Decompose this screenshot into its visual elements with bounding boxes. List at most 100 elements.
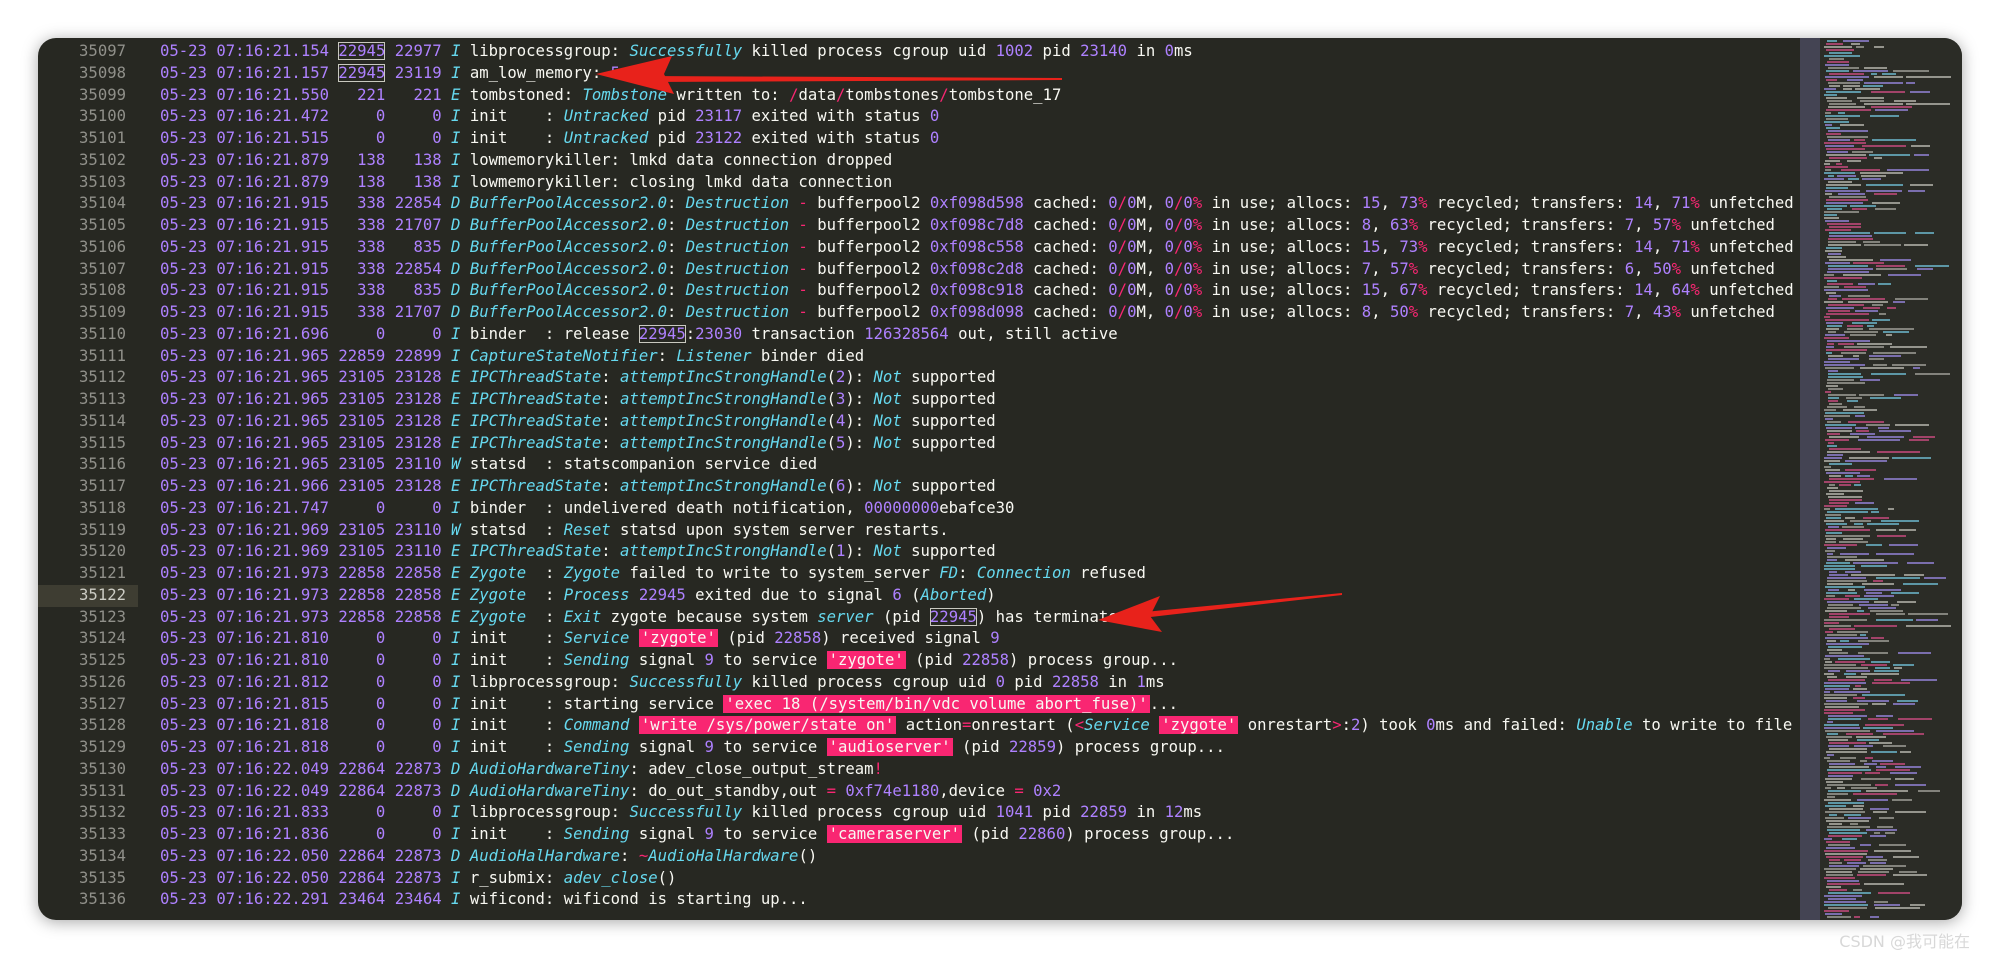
log-line[interactable]: 35129 05-23 07:16:21.818 0 0 I init : Sen… xyxy=(38,737,1798,759)
minimap-line xyxy=(1826,538,1836,540)
log-line[interactable]: 35126 05-23 07:16:21.812 0 0 I libprocess… xyxy=(38,672,1798,694)
log-line[interactable]: 35107 05-23 07:16:21.915 338 22854 D Buff… xyxy=(38,259,1798,281)
log-line[interactable]: 35114 05-23 07:16:21.965 23105 23128 E IP… xyxy=(38,411,1798,433)
minimap-line xyxy=(1827,325,1842,327)
log-line[interactable]: 35123 05-23 07:16:21.973 22858 22858 E Zy… xyxy=(38,607,1798,629)
minimap-line xyxy=(1824,211,1859,213)
log-line[interactable]: 35104 05-23 07:16:21.915 338 22854 D Buff… xyxy=(38,193,1798,215)
log-token: signal xyxy=(629,738,705,756)
log-line[interactable]: 35124 05-23 07:16:21.810 0 0 I init : Ser… xyxy=(38,628,1798,650)
minimap-line xyxy=(1837,175,1856,177)
log-line[interactable]: 35110 05-23 07:16:21.696 0 0 I binder : r… xyxy=(38,324,1798,346)
log-token: 0xf098d098 xyxy=(929,303,1024,321)
log-line[interactable]: 35135 05-23 07:16:22.050 22864 22873 I r_… xyxy=(38,868,1798,890)
log-line[interactable]: 35122 05-23 07:16:21.973 22858 22858 E Zy… xyxy=(38,584,1798,607)
minimap-line xyxy=(1826,856,1863,858)
log-token: - xyxy=(789,259,818,278)
log-line[interactable]: 35134 05-23 07:16:22.050 22864 22873 D Au… xyxy=(38,846,1798,868)
log-token: = xyxy=(1014,781,1024,800)
log-line[interactable]: 35099 05-23 07:16:21.550 221 221 E tombst… xyxy=(38,85,1798,107)
minimap-line xyxy=(1914,154,1929,156)
log-text: 05-23 07:16:21.747 0 0 I binder : undeli… xyxy=(160,498,1014,520)
log-line[interactable]: 35103 05-23 07:16:21.879 138 138 I lowmem… xyxy=(38,172,1798,194)
log-token: attemptIncStrongHandle xyxy=(620,433,827,452)
log-token: 22860 xyxy=(1018,825,1066,843)
log-token: to service xyxy=(713,738,827,756)
log-token: / xyxy=(836,85,846,104)
log-line[interactable]: 35119 05-23 07:16:21.969 23105 23110 W st… xyxy=(38,520,1798,542)
minimap-line xyxy=(1874,670,1899,672)
log-token: D xyxy=(451,259,470,278)
log-line[interactable]: 35117 05-23 07:16:21.966 23105 23128 E IP… xyxy=(38,476,1798,498)
log-token: - xyxy=(789,303,818,321)
log-token: in use; allocs: xyxy=(1202,281,1362,300)
log-line[interactable]: 35109 05-23 07:16:21.915 338 21707 D Buff… xyxy=(38,302,1798,324)
minimap-line xyxy=(1827,61,1849,63)
log-line[interactable]: 35113 05-23 07:16:21.965 23105 23128 E IP… xyxy=(38,389,1798,411)
minimap-line xyxy=(1871,637,1884,639)
log-line[interactable]: 35106 05-23 07:16:21.915 338 835 D Buffer… xyxy=(38,237,1798,259)
minimap-line xyxy=(1824,697,1847,699)
log-token: onrestart ( xyxy=(971,716,1075,735)
log-token: I xyxy=(451,803,470,822)
log-line[interactable]: 35115 05-23 07:16:21.965 23105 23128 E IP… xyxy=(38,433,1798,455)
minimap-line xyxy=(1824,667,1868,669)
log-line[interactable]: 35128 05-23 07:16:21.818 0 0 I init : Com… xyxy=(38,715,1798,737)
log-line[interactable]: 35121 05-23 07:16:21.973 22858 22858 E Zy… xyxy=(38,563,1798,585)
minimap-line xyxy=(1826,184,1861,186)
log-token: unfetched xyxy=(1681,259,1775,278)
minimap-line xyxy=(1827,151,1848,153)
minimap-line xyxy=(1862,145,1906,147)
log-line[interactable]: 35105 05-23 07:16:21.915 338 21707 D Buff… xyxy=(38,215,1798,237)
log-token: 23117 xyxy=(695,107,743,126)
log-line[interactable]: 35098 05-23 07:16:21.157 22945 23119 I am… xyxy=(38,63,1798,85)
log-line[interactable]: 35102 05-23 07:16:21.879 138 138 I lowmem… xyxy=(38,150,1798,172)
log-token: exited with status xyxy=(742,129,930,147)
log-token: 0xf098c7d8 xyxy=(929,216,1024,234)
log-text: 05-23 07:16:21.157 22945 23119 I am_low_… xyxy=(160,63,620,85)
minimap-line xyxy=(1847,328,1863,330)
log-token: recycled; transfers: xyxy=(1427,194,1635,213)
minimap-line xyxy=(1829,766,1869,768)
log-editor[interactable]: 35097 05-23 07:16:21.154 22945 22977 I li… xyxy=(38,38,1798,920)
minimap-line xyxy=(1864,589,1901,591)
log-text: 05-23 07:16:21.472 0 0 I init : Untracke… xyxy=(160,106,939,128)
minimap-line xyxy=(1825,76,1869,78)
minimap-line xyxy=(1824,685,1850,687)
log-line[interactable]: 35118 05-23 07:16:21.747 0 0 I binder : u… xyxy=(38,498,1798,520)
minimap-line xyxy=(1891,592,1919,594)
minimap-line xyxy=(1857,475,1870,477)
minimap-line xyxy=(1908,613,1948,615)
log-line[interactable]: 35133 05-23 07:16:21.836 0 0 I init : Sen… xyxy=(38,824,1798,846)
log-token: Service xyxy=(563,629,630,648)
minimap-line xyxy=(1871,73,1877,75)
log-line[interactable]: 35130 05-23 07:16:22.049 22864 22873 D Au… xyxy=(38,759,1798,781)
log-line[interactable]: 35111 05-23 07:16:21.965 22859 22899 I Ca… xyxy=(38,346,1798,368)
log-line[interactable]: 35108 05-23 07:16:21.915 338 835 D Buffer… xyxy=(38,280,1798,302)
log-token: I xyxy=(451,129,470,147)
minimap-line xyxy=(1829,628,1855,630)
log-token: / xyxy=(1117,281,1128,300)
minimap-line xyxy=(1824,361,1850,363)
log-line[interactable]: 35132 05-23 07:16:21.833 0 0 I libprocess… xyxy=(38,802,1798,824)
minimap-line xyxy=(1829,448,1861,450)
log-line[interactable]: 35101 05-23 07:16:21.515 0 0 I init : Unt… xyxy=(38,128,1798,150)
log-line[interactable]: 35100 05-23 07:16:21.472 0 0 I init : Unt… xyxy=(38,106,1798,128)
log-token: recycled; transfers: xyxy=(1418,303,1625,321)
log-line[interactable]: 35125 05-23 07:16:21.810 0 0 I init : Sen… xyxy=(38,650,1798,672)
minimap[interactable] xyxy=(1800,38,1962,920)
log-line[interactable]: 35131 05-23 07:16:22.049 22864 22873 D Au… xyxy=(38,781,1798,803)
minimap-line xyxy=(1829,865,1859,867)
minimap-line xyxy=(1827,784,1871,786)
log-token: in xyxy=(1098,672,1137,691)
log-line[interactable]: 35136 05-23 07:16:22.291 23464 23464 I wi… xyxy=(38,889,1798,911)
log-line[interactable]: 35127 05-23 07:16:21.815 0 0 I init : sta… xyxy=(38,694,1798,716)
minimap-viewport[interactable] xyxy=(1800,38,1820,920)
log-line[interactable]: 35097 05-23 07:16:21.154 22945 22977 I li… xyxy=(38,41,1798,63)
minimap-line xyxy=(1871,106,1912,108)
minimap-line xyxy=(1825,817,1844,819)
log-line[interactable]: 35116 05-23 07:16:21.965 23105 23110 W st… xyxy=(38,454,1798,476)
minimap-line xyxy=(1846,670,1870,672)
log-line[interactable]: 35112 05-23 07:16:21.965 23105 23128 E IP… xyxy=(38,367,1798,389)
log-line[interactable]: 35120 05-23 07:16:21.969 23105 23110 E IP… xyxy=(38,541,1798,563)
